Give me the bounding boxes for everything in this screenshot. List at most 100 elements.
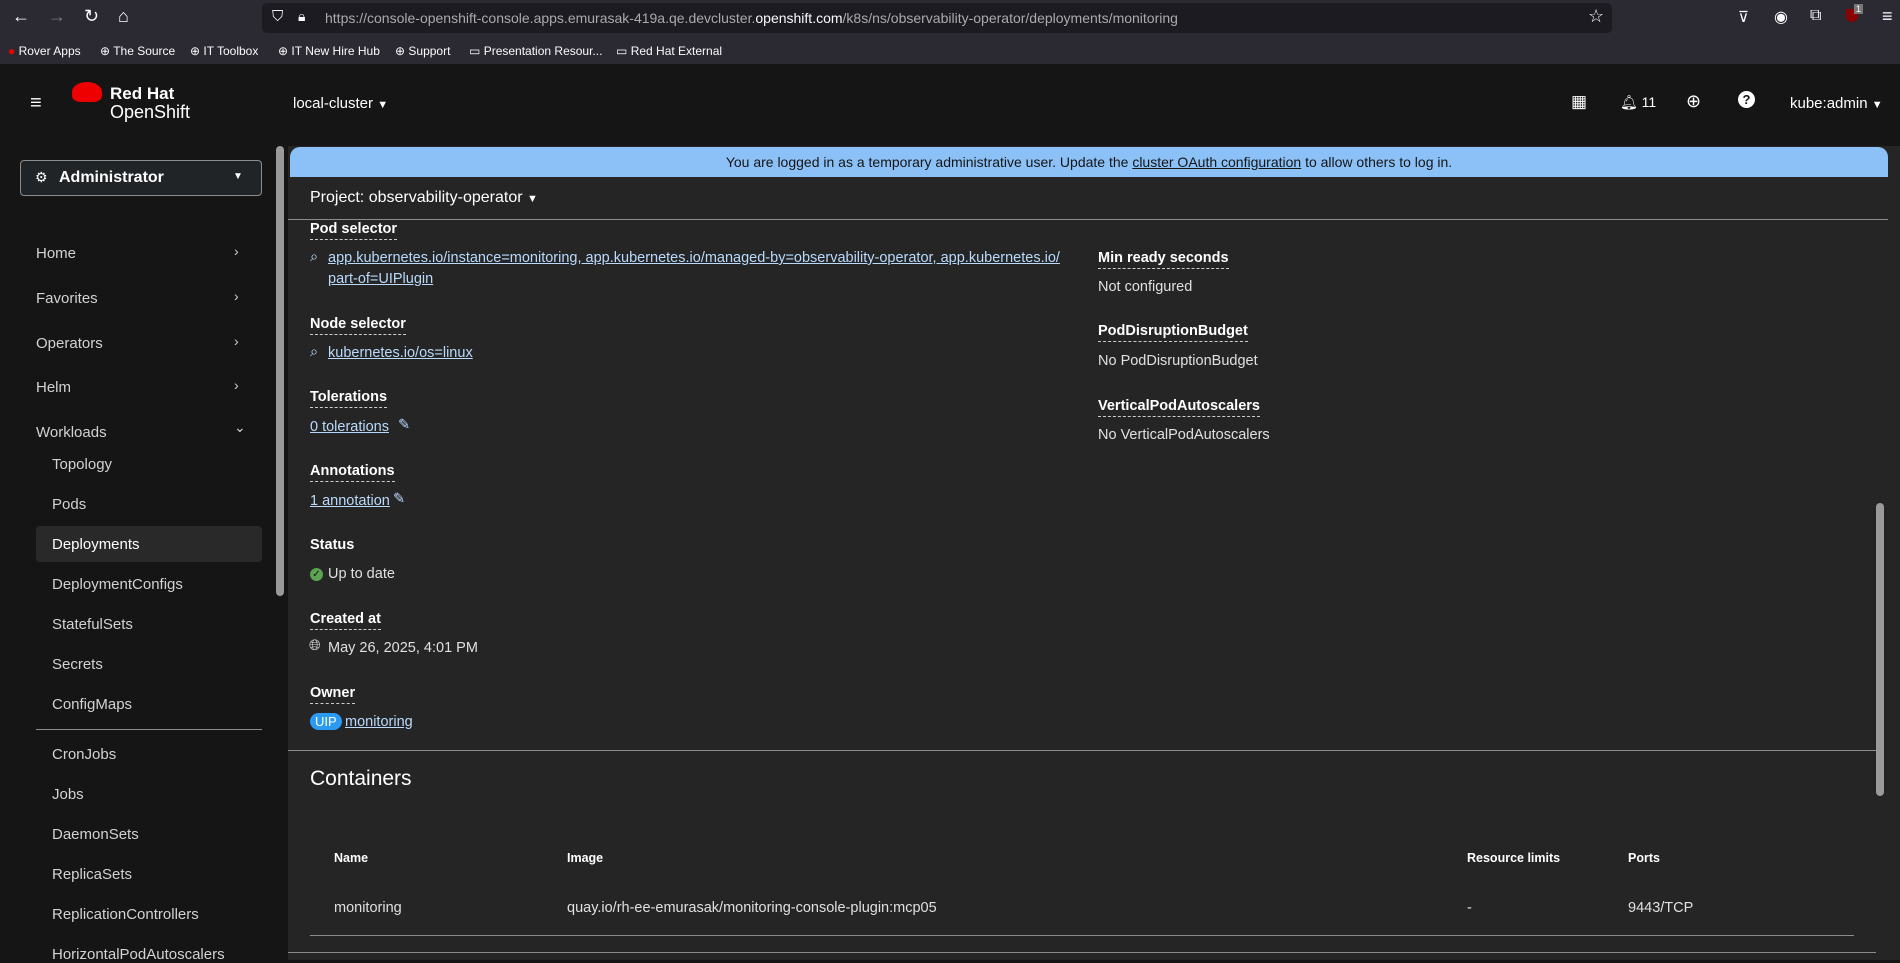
- bookmark-it-toolbox[interactable]: ⊕ IT Toolbox: [190, 44, 258, 58]
- globe-icon: ⊕: [100, 44, 111, 58]
- search-icon: ⌕: [310, 344, 319, 360]
- bookmark-it-new-hire-hub[interactable]: ⊕ IT New Hire Hub: [278, 44, 380, 58]
- nav-replicasets[interactable]: ReplicaSets: [52, 866, 132, 883]
- help-icon[interactable]: ?: [1738, 91, 1755, 108]
- account-icon[interactable]: ◉: [1774, 7, 1788, 27]
- pocket-icon[interactable]: ⊽: [1738, 8, 1749, 26]
- pod-selector-link[interactable]: app.kubernetes.io/instance=monitoring, a…: [328, 250, 1060, 266]
- nav-helm[interactable]: Helm ›: [0, 374, 279, 404]
- containers-heading: Containers: [310, 767, 412, 790]
- reload-icon[interactable]: ↻: [84, 6, 99, 27]
- forward-icon[interactable]: →: [48, 6, 66, 27]
- bookmark-support[interactable]: ⊕ Support: [395, 44, 450, 58]
- perspective-switcher[interactable]: ⚙ Administrator ▼: [20, 160, 262, 196]
- main-content: [288, 146, 1900, 960]
- section-divider-bottom: [288, 952, 1876, 953]
- bell-icon: 🔔︎: [1620, 94, 1638, 110]
- nav-label: Helm: [36, 379, 72, 396]
- tolerations-link[interactable]: 0 tolerations: [310, 419, 389, 435]
- container-ports: 9443/TCP: [1628, 900, 1694, 916]
- chevron-right-icon: ›: [234, 377, 239, 393]
- pod-selector-link-cont[interactable]: part-of=UIPlugin: [328, 271, 433, 287]
- home-icon[interactable]: ⌂: [118, 6, 129, 27]
- user-name: kube:admin: [1790, 95, 1868, 112]
- project-name: Project: observability-operator: [310, 189, 523, 206]
- row-divider: [310, 935, 1854, 936]
- pencil-icon[interactable]: ✎: [393, 491, 405, 507]
- nav-horizontalpodautoscalers[interactable]: HorizontalPodAutoscalers: [52, 946, 225, 963]
- nav-statefulsets[interactable]: StatefulSets: [52, 616, 133, 633]
- owner-link[interactable]: monitoring: [345, 714, 413, 730]
- bookmark-label: Presentation Resour...: [483, 44, 603, 58]
- created-at-value: May 26, 2025, 4:01 PM: [328, 640, 478, 656]
- container-name: monitoring: [334, 900, 402, 916]
- column-header-name[interactable]: Name: [334, 851, 368, 865]
- nav-topology[interactable]: Topology: [52, 456, 112, 473]
- chevron-down-icon: ⌄: [234, 419, 246, 435]
- bookmark-the-source[interactable]: ⊕ The Source: [100, 44, 175, 58]
- main-scrollbar[interactable]: [1876, 503, 1884, 796]
- url-text[interactable]: https://console-openshift-console.apps.e…: [325, 10, 1178, 26]
- nav-operators[interactable]: Operators ›: [0, 330, 279, 360]
- nav-favorites[interactable]: Favorites ›: [0, 285, 279, 315]
- shield-icon[interactable]: ⛉: [272, 8, 283, 25]
- nav-jobs[interactable]: Jobs: [52, 786, 84, 803]
- nav-divider: [36, 729, 262, 730]
- caret-down-icon: ▼: [233, 171, 243, 182]
- nav-cronjobs[interactable]: CronJobs: [52, 746, 116, 763]
- user-menu[interactable]: kube:admin ▼: [1790, 95, 1883, 112]
- min-ready-seconds-label: Min ready seconds: [1098, 250, 1229, 269]
- brand-line2: OpenShift: [110, 102, 191, 122]
- nav-deploymentconfigs[interactable]: DeploymentConfigs: [52, 576, 183, 593]
- nav-daemonsets[interactable]: DaemonSets: [52, 826, 139, 843]
- annotations-link[interactable]: 1 annotation: [310, 493, 390, 509]
- url-prefix: https://console-openshift-console.apps.e…: [325, 10, 756, 26]
- globe-icon: ⊕: [278, 44, 289, 58]
- cogs-icon: ⚙: [35, 169, 48, 185]
- caret-down-icon: ▼: [377, 99, 389, 111]
- container-resource-limits: -: [1467, 900, 1472, 916]
- nav-secrets[interactable]: Secrets: [52, 656, 103, 673]
- oauth-config-link[interactable]: cluster OAuth configuration: [1132, 154, 1301, 170]
- hamburger-icon[interactable]: ≡: [30, 92, 42, 115]
- nav-workloads[interactable]: Workloads ⌄: [0, 419, 279, 449]
- nav-label: Home: [36, 245, 77, 262]
- pencil-icon[interactable]: ✎: [398, 417, 410, 433]
- bookmark-presentation[interactable]: ▭ Presentation Resour...: [469, 44, 602, 58]
- vpa-label: VerticalPodAutoscalers: [1098, 398, 1260, 417]
- notifications-button[interactable]: 🔔︎ 11: [1620, 94, 1656, 111]
- nav-replicationcontrollers[interactable]: ReplicationControllers: [52, 906, 199, 923]
- extensions-icon[interactable]: ⧉: [1810, 7, 1821, 25]
- nav-configmaps[interactable]: ConfigMaps: [52, 696, 132, 713]
- vpa-value: No VerticalPodAutoscalers: [1098, 427, 1270, 443]
- node-selector-link[interactable]: kubernetes.io/os=linux: [328, 345, 473, 361]
- nav-deployments[interactable]: Deployments: [52, 536, 140, 553]
- redhat-logo-icon: [72, 82, 102, 102]
- chevron-right-icon: ›: [234, 243, 239, 259]
- sidebar: ⚙ Administrator ▼ Home › Favorites › Opera…: [0, 146, 286, 963]
- browser-toolbar: ← → ↻ ⌂ ⛉ 🔒︎ https://console-openshift-c…: [0, 0, 1900, 64]
- bookmark-label: IT New Hire Hub: [291, 44, 380, 58]
- project-selector[interactable]: Project: observability-operator ▼: [310, 189, 538, 207]
- add-icon[interactable]: ⊕: [1686, 91, 1701, 112]
- node-selector-label: Node selector: [310, 316, 406, 335]
- extension-badge: 1: [1854, 4, 1864, 14]
- column-header-resource-limits[interactable]: Resource limits: [1467, 851, 1560, 865]
- sidebar-scrollbar[interactable]: [276, 146, 284, 596]
- bookmark-red-hat-external[interactable]: ▭ Red Hat External: [616, 44, 722, 58]
- app-launcher-icon[interactable]: ▦: [1571, 92, 1587, 112]
- column-header-ports[interactable]: Ports: [1628, 851, 1660, 865]
- globe-icon: ⊕: [395, 44, 406, 58]
- cluster-selector[interactable]: local-cluster ▼: [293, 95, 388, 112]
- column-header-image[interactable]: Image: [567, 851, 603, 865]
- lock-icon[interactable]: 🔒︎: [298, 8, 305, 25]
- nav-pods[interactable]: Pods: [52, 496, 86, 513]
- menu-icon[interactable]: ≡: [1882, 6, 1893, 27]
- back-icon[interactable]: ←: [12, 6, 30, 27]
- search-icon: ⌕: [310, 249, 319, 265]
- nav-home[interactable]: Home ›: [0, 240, 279, 270]
- bookmark-star-icon[interactable]: ☆: [1588, 6, 1604, 27]
- bookmark-label: Rover Apps: [18, 44, 81, 58]
- bookmark-rover-apps[interactable]: ● Rover Apps: [8, 44, 81, 58]
- notification-count: 11: [1641, 94, 1657, 110]
